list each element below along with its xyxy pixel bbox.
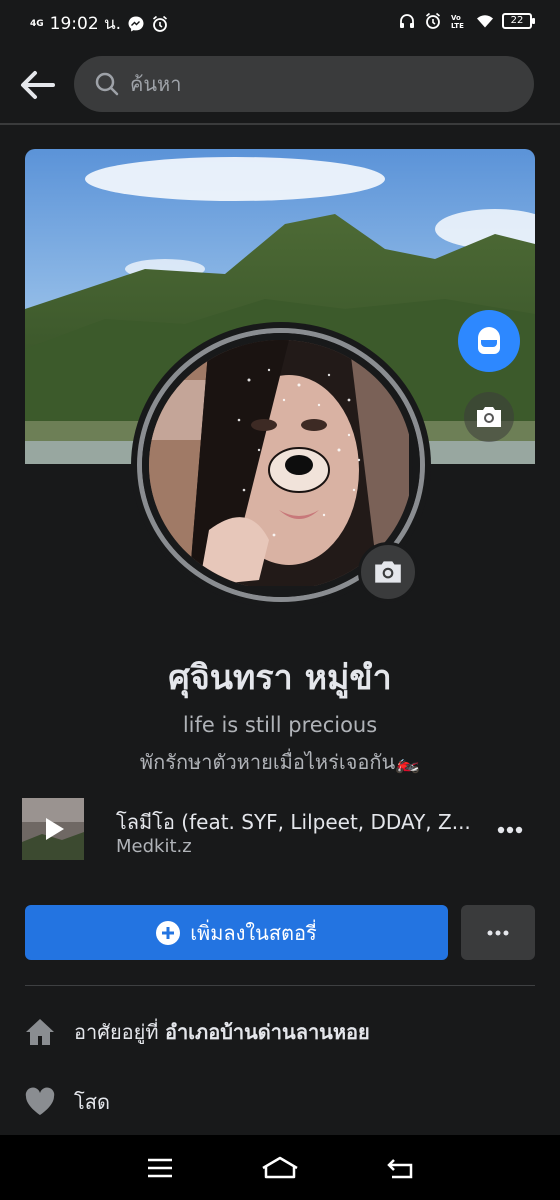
more-horizontal-icon — [487, 930, 509, 935]
bio-line-2: พักรักษาตัวหายเมื่อไหร่เจอกัน🏍️ — [139, 750, 421, 774]
network-indicator: 4G — [30, 18, 44, 29]
search-bar[interactable] — [74, 56, 534, 112]
status-right: Vo LTE 22 — [398, 12, 535, 30]
add-to-story-button[interactable]: เพิ่มลงในสตอรี่ — [25, 905, 448, 960]
profile-more-button[interactable] — [461, 905, 535, 960]
relationship-status: โสด — [74, 1090, 110, 1114]
avatar-camera-button[interactable] — [358, 542, 418, 602]
svg-text:LTE: LTE — [451, 22, 464, 30]
music-title: โลมีโอ (feat. SYF, Lilpeet, DDAY, Z... — [116, 810, 471, 834]
music-play-button[interactable] — [22, 798, 84, 860]
detail-lives-in: อาศัยอยู่ที่ อำเภอบ้านด่านลานหอย — [24, 1016, 370, 1048]
heart-icon — [25, 1087, 55, 1115]
section-divider — [25, 985, 535, 986]
battery-icon: 22 — [502, 13, 535, 29]
messenger-icon — [128, 16, 144, 31]
home-nav-button[interactable] — [250, 1143, 310, 1193]
arrow-left-icon — [21, 71, 55, 99]
header-divider — [0, 123, 560, 125]
alarm-icon — [153, 15, 168, 32]
back-nav-icon — [387, 1158, 413, 1178]
avatar-create-button[interactable] — [458, 310, 520, 372]
detail-relationship: โสด — [24, 1086, 110, 1118]
search-input[interactable] — [130, 72, 490, 96]
recent-apps-button[interactable] — [130, 1143, 190, 1193]
avatar-face-icon — [478, 327, 500, 354]
music-more-button[interactable] — [488, 812, 532, 848]
camera-icon — [477, 407, 501, 427]
lives-in-prefix: อาศัยอยู่ที่ — [74, 1020, 159, 1044]
menu-icon — [148, 1158, 172, 1177]
wifi-icon — [477, 15, 493, 28]
camera-icon — [375, 561, 401, 583]
alarm-icon-2 — [425, 12, 441, 29]
music-artwork — [22, 798, 84, 860]
profile-name: ศุจินทรา หมู่ขำ — [168, 658, 392, 698]
home-outline-icon — [262, 1156, 298, 1178]
music-artist: Medkit.z — [116, 836, 192, 857]
headphones-icon — [400, 14, 414, 28]
add-to-story-label: เพิ่มลงในสตอรี่ — [190, 920, 317, 945]
volte-icon: VoLTE — [451, 14, 464, 30]
back-nav-button[interactable] — [370, 1143, 430, 1193]
svg-text:Vo: Vo — [451, 14, 461, 22]
back-button[interactable] — [14, 62, 60, 108]
status-bar: 4G 19:02 น. Vo LTE 22 — [0, 0, 560, 44]
status-left: 4G 19:02 น. — [30, 10, 169, 37]
bio-line-1: life is still precious — [182, 713, 378, 737]
plus-circle-icon — [156, 920, 181, 945]
status-time: 19:02 น. — [49, 14, 122, 34]
home-icon — [26, 1019, 54, 1045]
search-icon — [95, 72, 119, 96]
system-nav-bar — [0, 1135, 560, 1200]
lives-in-place: อำเภอบ้านด่านลานหอย — [164, 1020, 370, 1044]
more-horizontal-icon — [497, 826, 523, 834]
cover-camera-button[interactable] — [464, 392, 514, 442]
